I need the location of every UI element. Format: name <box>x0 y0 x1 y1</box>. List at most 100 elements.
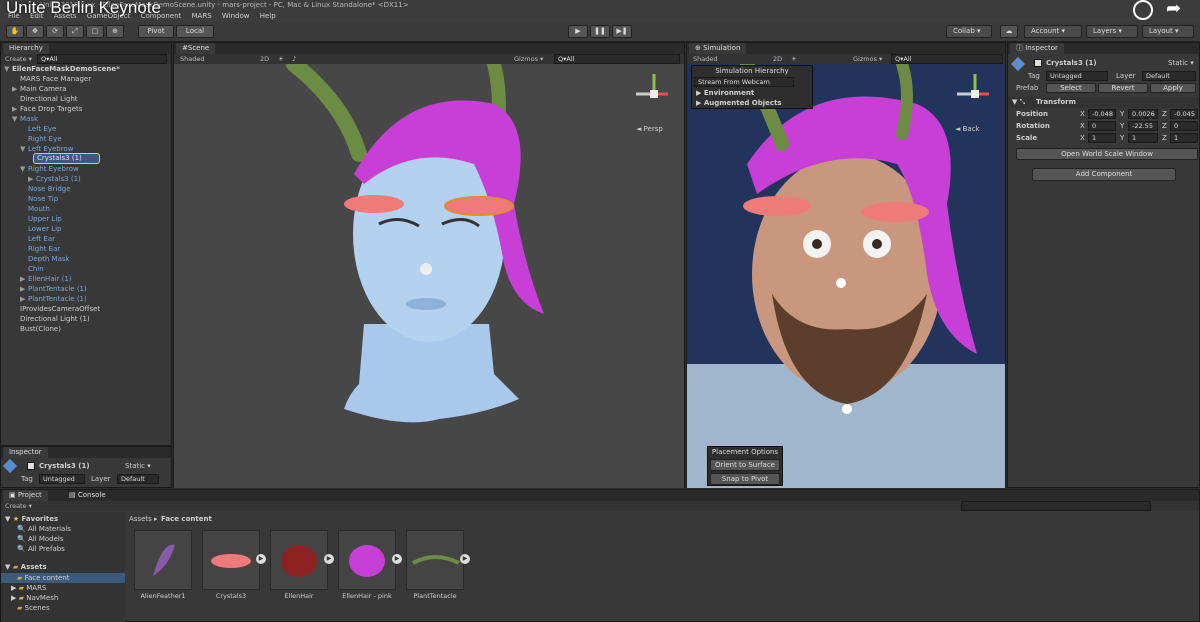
asset-thumb-crystals[interactable] <box>202 530 260 590</box>
hierarchy-item[interactable]: Lower Lip <box>0 224 170 234</box>
hierarchy-item[interactable]: Nose Bridge <box>0 184 170 194</box>
rotation-z-field[interactable]: 0 <box>1170 121 1198 131</box>
scene-viewport[interactable] <box>174 64 684 488</box>
hierarchy-item[interactable]: IProvidesCameraOffset <box>0 304 170 314</box>
project-create-button[interactable]: Create ▾ <box>5 501 32 511</box>
tab-console[interactable]: ▤ Console <box>63 490 112 501</box>
scene-light-icon[interactable]: ☀ <box>278 54 284 64</box>
transform-tool-icon[interactable]: ⊕ <box>106 25 124 38</box>
layers-dropdown[interactable]: Layers ▾ <box>1086 25 1138 38</box>
project-search-input[interactable] <box>961 501 1151 511</box>
hierarchy-item[interactable]: Nose Tip <box>0 194 170 204</box>
scene-2d-toggle[interactable]: 2D <box>260 54 269 64</box>
breadcrumb-face-content[interactable]: Face content <box>161 515 212 523</box>
collab-dropdown[interactable]: Collab ▾ <box>946 25 992 38</box>
hierarchy-item[interactable]: MARS Face Manager <box>0 74 170 84</box>
simulation-light-icon[interactable]: ☀ <box>791 54 797 64</box>
hierarchy-item[interactable]: ▶ PlantTentacle (1) <box>0 294 170 304</box>
local-toggle[interactable]: Local <box>176 25 214 38</box>
expand-arrow-icon[interactable]: ▶ <box>28 174 36 184</box>
hierarchy-item[interactable]: ▶ Face Drop Targets <box>0 104 170 114</box>
menu-mars[interactable]: MARS <box>192 12 212 20</box>
hierarchy-search-input[interactable]: Q▾All <box>37 54 167 64</box>
rotation-x-field[interactable]: 0 <box>1088 121 1116 131</box>
expand-arrow-icon[interactable]: ▼ <box>4 64 12 74</box>
hierarchy-item[interactable]: Chin <box>0 264 170 274</box>
hierarchy-item[interactable]: Left Eye <box>0 124 170 134</box>
open-world-scale-button[interactable]: Open World Scale Window <box>1016 148 1198 160</box>
tab-hierarchy[interactable]: Hierarchy <box>3 43 49 54</box>
folder-navmesh[interactable]: ▶ ▰ NavMesh <box>11 594 58 602</box>
hierarchy-item[interactable]: Right Ear <box>0 244 170 254</box>
hierarchy-item[interactable]: Bust(Clone) <box>0 324 170 334</box>
hierarchy-item[interactable]: ▶ Main Camera <box>0 84 170 94</box>
crystals-expand-button[interactable]: ▶ <box>256 554 266 564</box>
menu-window[interactable]: Window <box>222 12 250 20</box>
scene-search-input[interactable]: Q▾All <box>554 54 680 64</box>
tab-inspector[interactable]: ⓘ Inspector <box>1010 43 1064 54</box>
scale-x-field[interactable]: 1 <box>1088 133 1116 143</box>
orient-to-surface-button[interactable]: Orient to Surface <box>710 459 780 471</box>
rotation-y-field[interactable]: -22.55 <box>1128 121 1158 131</box>
hand-tool-icon[interactable]: ✋ <box>6 25 24 38</box>
hierarchy-item[interactable]: ▶ PlantTentacle (1) <box>0 284 170 294</box>
play-button[interactable]: ▶ <box>568 25 588 38</box>
folder-mars[interactable]: ▶ ▰ MARS <box>11 584 46 592</box>
hierarchy-item[interactable]: ▶ EllenHair (1) <box>0 274 170 284</box>
expand-arrow-icon[interactable]: ▼ <box>20 144 28 154</box>
scale-y-field[interactable]: 1 <box>1128 133 1158 143</box>
inspector-small-layer-dropdown[interactable]: Default <box>117 474 159 484</box>
step-button[interactable]: ▶❚ <box>612 25 632 38</box>
scale-z-field[interactable]: 1 <box>1170 133 1198 143</box>
scene-audio-icon[interactable]: ♪ <box>292 54 296 64</box>
folder-scenes[interactable]: ▰ Scenes <box>17 604 50 612</box>
tab-project[interactable]: ▣ Project <box>3 490 48 501</box>
fav-all-materials[interactable]: 🔍 All Materials <box>17 525 71 533</box>
favorites-header[interactable]: ▼ ★ Favorites <box>5 515 58 523</box>
hierarchy-item[interactable]: Mouth <box>0 204 170 214</box>
pivot-toggle[interactable]: Pivot <box>138 25 174 38</box>
expand-arrow-icon[interactable]: ▶ <box>20 294 28 304</box>
account-dropdown[interactable]: Account ▾ <box>1024 25 1082 38</box>
simulation-back-label[interactable]: ◄ Back <box>955 125 980 133</box>
snap-to-pivot-button[interactable]: Snap to Pivot <box>710 473 780 485</box>
inspector-active-checkbox[interactable] <box>1034 59 1042 67</box>
hierarchy-create-button[interactable]: Create ▾ <box>5 54 32 64</box>
asset-thumb-planttentacle[interactable] <box>406 530 464 590</box>
asset-thumb-ellenhair[interactable] <box>270 530 328 590</box>
prefab-select-button[interactable]: Select <box>1046 83 1096 93</box>
scene-gizmos-dropdown[interactable]: Gizmos ▾ <box>514 54 543 64</box>
assets-header[interactable]: ▼ ▰ Assets <box>5 563 47 571</box>
inspector-small-static[interactable]: Static ▾ <box>125 462 151 470</box>
pause-button[interactable]: ❚❚ <box>590 25 610 38</box>
hierarchy-item[interactable]: ▶ Crystals3 (1) <box>0 174 170 184</box>
layout-dropdown[interactable]: Layout ▾ <box>1142 25 1194 38</box>
prefab-revert-button[interactable]: Revert <box>1098 83 1148 93</box>
hierarchy-item[interactable]: Left Ear <box>0 234 170 244</box>
inspector-tag-dropdown[interactable]: Untagged <box>1046 71 1108 81</box>
transform-header[interactable]: ▼ ⤡ Transform <box>1008 97 1199 108</box>
expand-arrow-icon[interactable]: ▶ <box>12 84 20 94</box>
cloud-icon[interactable]: ☁ <box>1000 25 1018 38</box>
clock-icon[interactable] <box>1133 0 1153 20</box>
move-tool-icon[interactable]: ✥ <box>26 25 44 38</box>
simulation-gizmos-dropdown[interactable]: Gizmos ▾ <box>853 54 882 64</box>
fav-all-prefabs[interactable]: 🔍 All Prefabs <box>17 545 65 553</box>
add-component-button[interactable]: Add Component <box>1032 168 1176 181</box>
hierarchy-selected-item[interactable]: Crystals3 (1) <box>33 153 100 164</box>
simulation-shaded-dropdown[interactable]: Shaded <box>693 54 717 64</box>
hierarchy-item[interactable]: ▼ Right Eyebrow <box>0 164 170 174</box>
folder-face-content[interactable]: ▰ Face content <box>1 573 125 583</box>
hierarchy-item[interactable]: Right Eye <box>0 134 170 144</box>
hierarchy-item[interactable]: Directional Light <box>0 94 170 104</box>
inspector-static-toggle[interactable]: Static ▾ <box>1168 59 1194 67</box>
active-checkbox[interactable] <box>27 462 35 470</box>
ellenhair-pink-expand-button[interactable]: ▶ <box>392 554 402 564</box>
expand-arrow-icon[interactable]: ▶ <box>20 284 28 294</box>
asset-thumb-ellenhair-pink[interactable] <box>338 530 396 590</box>
simulation-2d-toggle[interactable]: 2D <box>773 54 782 64</box>
position-x-field[interactable]: -0.048 <box>1088 109 1116 119</box>
expand-arrow-icon[interactable]: ▶ <box>12 104 20 114</box>
hierarchy-item[interactable]: Depth Mask <box>0 254 170 264</box>
tab-inspector-small[interactable]: Inspector <box>3 447 48 458</box>
